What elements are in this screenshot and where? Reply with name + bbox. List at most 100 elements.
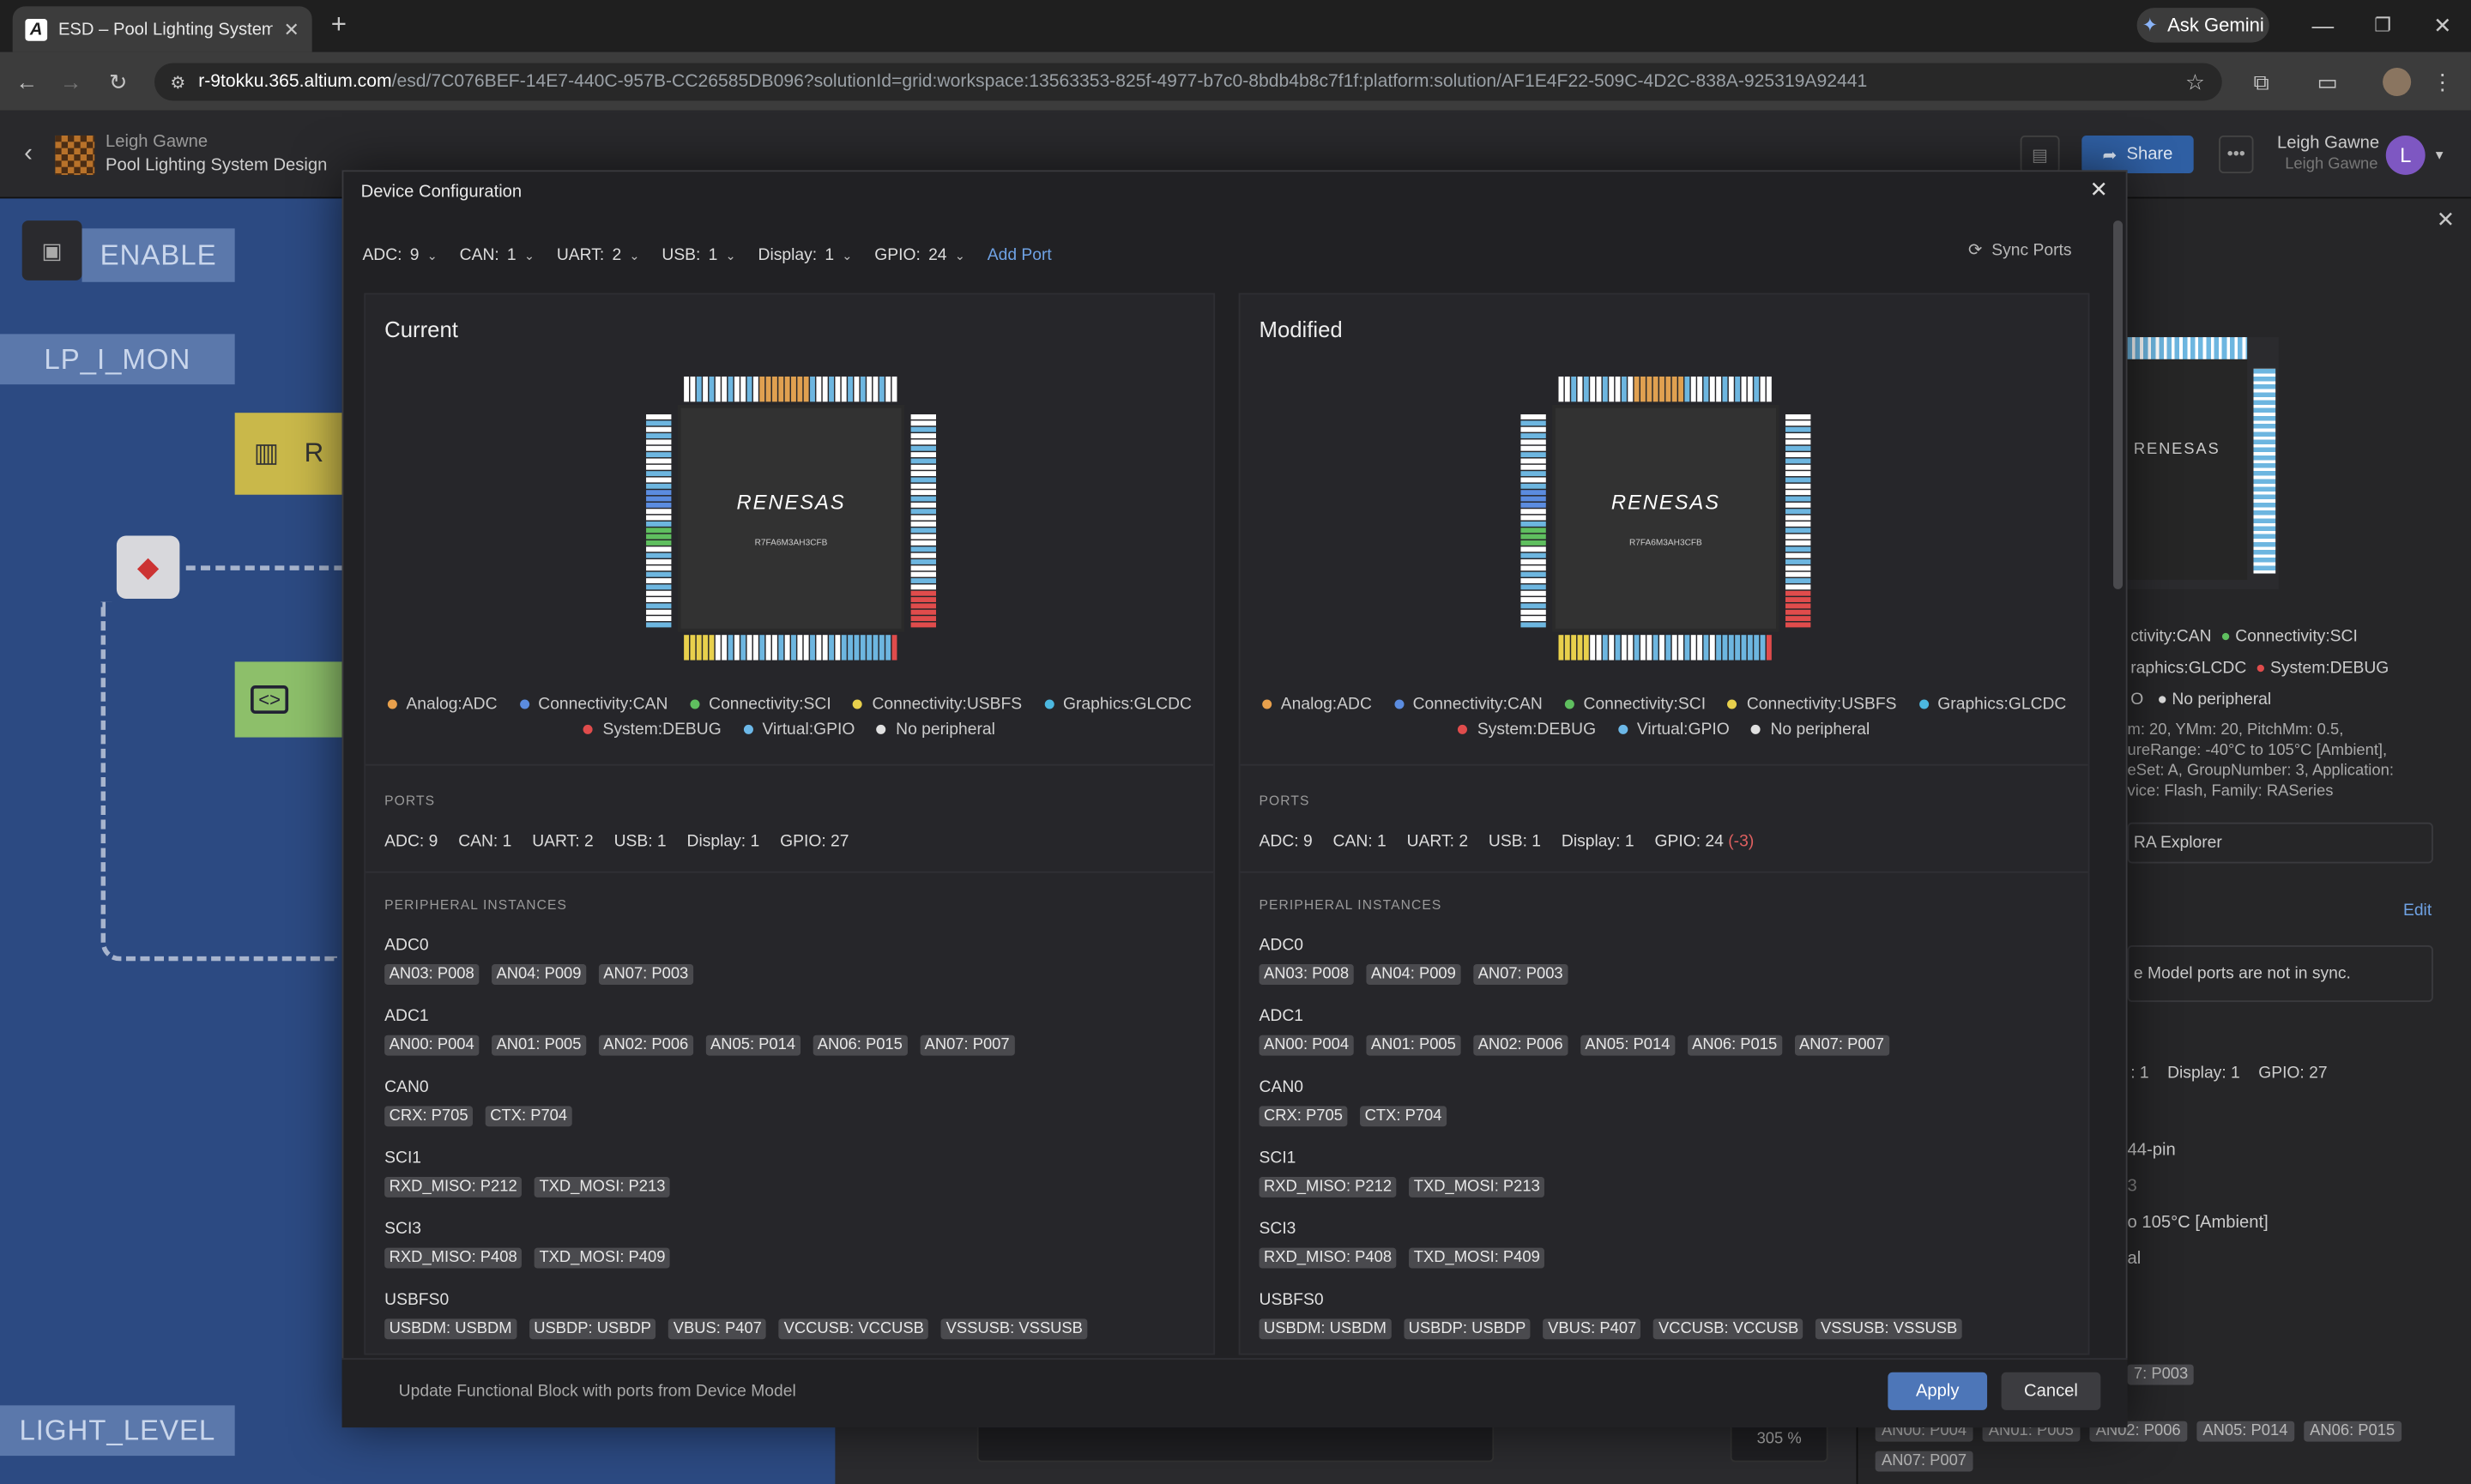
gemini-sparkle-icon: ✦ — [2142, 14, 2159, 37]
divider — [1240, 763, 2088, 766]
wire-dashed — [185, 565, 344, 570]
pin-tag: USBDM: USBDM — [1259, 1318, 1392, 1340]
net-label-light-level[interactable]: LIGHT_LEVEL — [0, 1405, 235, 1457]
close-window-icon[interactable]: ✕ — [2430, 12, 2455, 38]
thumb-brand: RENESAS — [2133, 441, 2220, 459]
pin-top — [728, 376, 734, 402]
usb-port-select[interactable]: USB: 1 ⌄ — [662, 246, 735, 265]
back-icon[interactable]: ← — [13, 68, 41, 96]
pin-top — [1602, 376, 1608, 402]
share-button[interactable]: ➦ Share — [2081, 135, 2194, 174]
address-bar[interactable]: ⚙ r-9tokku.365.altium.com/esd/7C076BEF-1… — [154, 63, 2222, 101]
user-avatar[interactable]: L — [2385, 135, 2426, 175]
instance-name: ADC0 — [1259, 935, 1303, 956]
extensions-icon[interactable]: ⧉ — [2247, 68, 2275, 96]
cancel-button[interactable]: Cancel — [2001, 1372, 2101, 1410]
sync-ports-button[interactable]: ⟳ Sync Ports — [1968, 241, 2071, 260]
pin-top — [709, 376, 715, 402]
browser-menu-icon[interactable]: ⋮ — [2430, 68, 2455, 96]
pin-top — [1728, 376, 1734, 402]
pin-right — [1785, 584, 1811, 590]
code-block[interactable]: <> — [234, 661, 342, 738]
ra-explorer-button[interactable]: RA Explorer — [2127, 822, 2433, 864]
adc-port-select[interactable]: ADC: 9 ⌄ — [362, 246, 438, 265]
bookmark-star-icon[interactable]: ☆ — [2181, 68, 2209, 96]
pin-left — [646, 528, 672, 534]
pin-tag: TXD_MOSI: P409 — [534, 1247, 670, 1269]
pin-top — [841, 376, 847, 402]
pin-top — [1709, 376, 1715, 402]
block-label: R — [304, 437, 324, 468]
pin-left — [1520, 528, 1546, 534]
pin-bottom — [1766, 635, 1772, 661]
pin-top — [1690, 376, 1696, 402]
right-field-2: al — [2127, 1249, 2142, 1269]
close-tab-icon[interactable]: ✕ — [283, 18, 299, 40]
pin-top — [1671, 376, 1677, 402]
gpio-port-select[interactable]: GPIO: 24 ⌄ — [874, 246, 965, 265]
pin-top — [703, 376, 709, 402]
display-port-select[interactable]: Display: 1 ⌄ — [758, 246, 853, 265]
pin-bottom — [879, 635, 885, 661]
legend-item: System:DEBUG — [1458, 720, 1596, 739]
pin-bottom — [848, 635, 854, 661]
pin-left — [1520, 597, 1546, 602]
sync-ports-label: Sync Ports — [1991, 241, 2072, 261]
net-label-lp-i-mon[interactable]: LP_I_MON — [0, 334, 235, 385]
pin-bottom — [765, 635, 771, 661]
functional-block-mcu[interactable]: ▥ R — [234, 413, 342, 495]
pin-left — [1520, 464, 1546, 470]
add-port-link[interactable]: Add Port — [988, 246, 1052, 265]
pin-left — [646, 471, 672, 477]
minimize-icon[interactable]: — — [2311, 13, 2335, 38]
comment-icon[interactable]: ▤ — [2020, 135, 2060, 174]
pin-left — [1520, 445, 1546, 451]
ask-gemini-button[interactable]: ✦ Ask Gemini — [2136, 8, 2269, 43]
user-menu-chevron-icon[interactable]: ▼ — [2432, 145, 2447, 164]
device-description: m: 20, YMm: 20, PitchMm: 0.5, ureRange: -… — [2127, 721, 2394, 801]
pin-left — [646, 414, 672, 419]
browser-tab[interactable]: A ESD – Pool Lighting System Des ✕ — [12, 6, 312, 52]
dialog-scrollbar[interactable] — [2113, 220, 2124, 589]
more-options-icon[interactable]: ••• — [2219, 135, 2254, 174]
chevron-down-icon: ⌄ — [523, 248, 535, 262]
dialog-close-icon[interactable]: ✕ — [2089, 177, 2108, 203]
pin-right — [910, 622, 936, 628]
forward-icon[interactable]: → — [57, 68, 85, 96]
reload-icon[interactable]: ↻ — [104, 68, 132, 96]
uart-port-select[interactable]: UART: 2 ⌄ — [557, 246, 640, 265]
pin-bottom — [752, 635, 758, 661]
pin-left — [646, 483, 672, 489]
cast-icon[interactable]: ▭ — [2313, 68, 2341, 96]
pin-left — [646, 445, 672, 451]
legend-dot-icon — [387, 699, 397, 709]
connector-node-icon[interactable]: ◆ — [116, 535, 180, 599]
restore-icon[interactable]: ❐ — [2370, 13, 2395, 38]
pin-top — [690, 376, 696, 402]
pin-right — [910, 552, 936, 558]
pin-right — [1785, 622, 1811, 628]
pin-bottom — [1671, 635, 1677, 661]
close-pane-icon[interactable]: ✕ — [2435, 206, 2457, 231]
pin-top — [822, 376, 828, 402]
edit-link[interactable]: Edit — [2403, 902, 2432, 920]
legend-dot-icon — [1617, 724, 1628, 734]
apply-button[interactable]: Apply — [1888, 1372, 1988, 1410]
legend-dot-icon — [1393, 699, 1404, 709]
pin-left — [1520, 603, 1546, 609]
pin-top — [885, 376, 891, 402]
pin-right — [1785, 597, 1811, 602]
pin-right — [1785, 414, 1811, 419]
pin-top — [1697, 376, 1703, 402]
right-tag-row-3: AN07: P007 — [1875, 1451, 1983, 1472]
pin-tag: RXD_MISO: P212 — [1259, 1177, 1397, 1197]
panel-toggle-icon[interactable]: ▣ — [21, 220, 82, 281]
net-label-enable[interactable]: ENABLE — [82, 228, 235, 282]
back-chevron-icon[interactable]: ‹ — [15, 140, 40, 168]
new-tab-icon[interactable]: + — [326, 9, 351, 39]
profile-avatar[interactable] — [2383, 67, 2412, 97]
site-info-icon[interactable]: ⚙ — [170, 72, 185, 92]
pin-bottom — [1577, 635, 1583, 661]
code-icon: <> — [251, 685, 289, 715]
can-port-select[interactable]: CAN: 1 ⌄ — [460, 246, 535, 265]
